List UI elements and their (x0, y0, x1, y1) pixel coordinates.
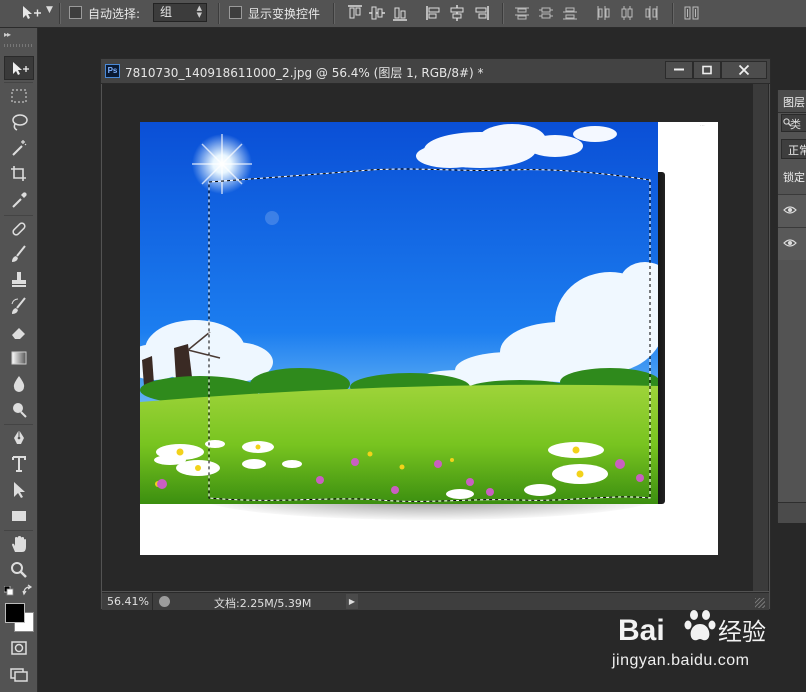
auto-select-mode-dropdown[interactable]: 组 ▲ ▼ (153, 3, 207, 22)
distribute-horizontal-centers-icon[interactable] (618, 4, 636, 22)
options-separator (218, 3, 220, 24)
blend-mode-value: 正常 (788, 144, 806, 157)
marquee-tool-icon[interactable] (4, 84, 34, 108)
crop-tool-icon[interactable] (4, 162, 34, 186)
image-corner-text: ··· (700, 123, 705, 129)
distribute-left-edges-icon[interactable] (594, 4, 612, 22)
history-brush-tool-icon[interactable] (4, 294, 34, 318)
tool-divider (4, 215, 33, 216)
path-selection-tool-icon[interactable] (4, 478, 34, 502)
clone-stamp-tool-icon[interactable] (4, 268, 34, 292)
brush-tool-icon[interactable] (4, 242, 34, 266)
panel-grip[interactable] (4, 44, 33, 47)
lasso-tool-icon[interactable] (4, 110, 34, 134)
distribute-top-edges-icon[interactable] (513, 4, 531, 22)
eraser-tool-icon[interactable] (4, 320, 34, 344)
magic-wand-tool-icon[interactable] (4, 136, 34, 160)
options-separator (502, 3, 504, 24)
layers-panel-footer (778, 502, 806, 523)
align-right-edges-icon[interactable] (472, 4, 490, 22)
landscape-photo-image (140, 122, 658, 504)
options-bar: ▼ 自动选择: 组 ▲ ▼ 显示变换控件 (0, 0, 806, 28)
dodge-tool-icon[interactable] (4, 398, 34, 422)
svg-text:Bai: Bai (618, 614, 665, 647)
move-tool-preset-icon[interactable] (20, 5, 42, 21)
layer-row[interactable] (778, 194, 806, 227)
watermark-url: jingyan.baidu.com (612, 652, 750, 669)
zoom-tool-icon[interactable] (4, 558, 34, 582)
show-transform-checkbox[interactable] (229, 6, 242, 19)
align-top-edges-icon[interactable] (346, 4, 364, 22)
layer-filter-label: 类 (790, 118, 801, 131)
healing-brush-tool-icon[interactable] (4, 217, 34, 241)
vertical-scrollbar[interactable] (753, 84, 768, 591)
default-colors-icon[interactable] (3, 585, 14, 596)
blur-tool-icon[interactable] (4, 372, 34, 396)
screen-mode-icon[interactable] (4, 662, 34, 686)
maximize-button[interactable] (693, 61, 721, 79)
document-size: 文档:2.25M/5.39M (214, 597, 312, 610)
eyedropper-tool-icon[interactable] (4, 188, 34, 212)
align-vertical-centers-icon[interactable] (368, 4, 386, 22)
align-bottom-edges-icon[interactable] (391, 4, 409, 22)
options-separator (672, 3, 674, 24)
zoom-level[interactable]: 56.41% (107, 595, 149, 608)
distribute-vertical-centers-icon[interactable] (537, 4, 555, 22)
visibility-eye-icon[interactable] (783, 238, 797, 248)
status-info-icon[interactable] (159, 596, 170, 607)
hand-tool-icon[interactable] (4, 532, 34, 556)
canvas-area[interactable]: ··· (102, 84, 769, 591)
photoshop-doc-icon: Ps (105, 64, 120, 78)
options-separator (59, 3, 61, 24)
layer-row[interactable] (778, 227, 806, 260)
document-window: Ps 7810730_140918611000_2.jpg @ 56.4% (图… (100, 58, 771, 610)
visibility-eye-icon[interactable] (783, 205, 797, 215)
options-separator (333, 3, 335, 24)
tool-divider (4, 82, 33, 83)
status-divider (152, 593, 153, 610)
document-canvas[interactable]: ··· (140, 122, 718, 555)
document-title-bar[interactable]: Ps 7810730_140918611000_2.jpg @ 56.4% (图… (101, 59, 770, 84)
pen-tool-icon[interactable] (4, 426, 34, 450)
move-tool-icon[interactable] (4, 56, 34, 80)
distribute-bottom-edges-icon[interactable] (561, 4, 579, 22)
layers-tab-label: 图层 (783, 96, 805, 109)
show-transform-label: 显示变换控件 (248, 7, 321, 21)
layer-filter-dropdown[interactable]: 类 (781, 114, 806, 132)
distribute-right-edges-icon[interactable] (642, 4, 660, 22)
svg-text:经验: 经验 (718, 618, 766, 646)
minimize-button[interactable] (665, 61, 693, 79)
status-menu-arrow-icon[interactable]: ▶ (346, 594, 358, 609)
swap-colors-icon[interactable] (22, 584, 34, 596)
collapse-panel-icon[interactable]: ▸▸ (4, 30, 11, 39)
tools-panel: ▸▸ (0, 28, 38, 692)
gradient-tool-icon[interactable] (4, 346, 34, 370)
lock-label: 锁定 (783, 171, 805, 184)
tool-preset-dropdown-icon[interactable]: ▼ (46, 5, 53, 15)
quick-mask-icon[interactable] (4, 636, 34, 660)
tab-layers[interactable]: 图层 (778, 90, 806, 113)
align-horizontal-centers-icon[interactable] (448, 4, 466, 22)
tool-divider (4, 530, 33, 531)
baidu-jingyan-watermark: Bai 经验 jingyan.baidu.com (598, 598, 804, 684)
auto-select-checkbox[interactable] (69, 6, 82, 19)
align-left-edges-icon[interactable] (425, 4, 443, 22)
blend-mode-dropdown[interactable]: 正常 (781, 139, 806, 159)
document-title: 7810730_140918611000_2.jpg @ 56.4% (图层 1… (125, 66, 484, 80)
close-button[interactable] (721, 61, 767, 79)
auto-select-label: 自动选择: (88, 7, 141, 21)
auto-select-mode-value: 组 (160, 5, 173, 19)
auto-align-layers-icon[interactable] (683, 4, 701, 22)
rectangle-tool-icon[interactable] (4, 504, 34, 528)
baidu-logo-icon: Bai 经验 (618, 610, 766, 647)
foreground-color-swatch[interactable] (5, 603, 25, 623)
tool-divider (4, 424, 33, 425)
type-tool-icon[interactable] (4, 452, 34, 476)
dropdown-arrows-icon: ▲ ▼ (196, 4, 202, 19)
layers-panel: 图层 类 正常 锁定 (777, 90, 806, 523)
